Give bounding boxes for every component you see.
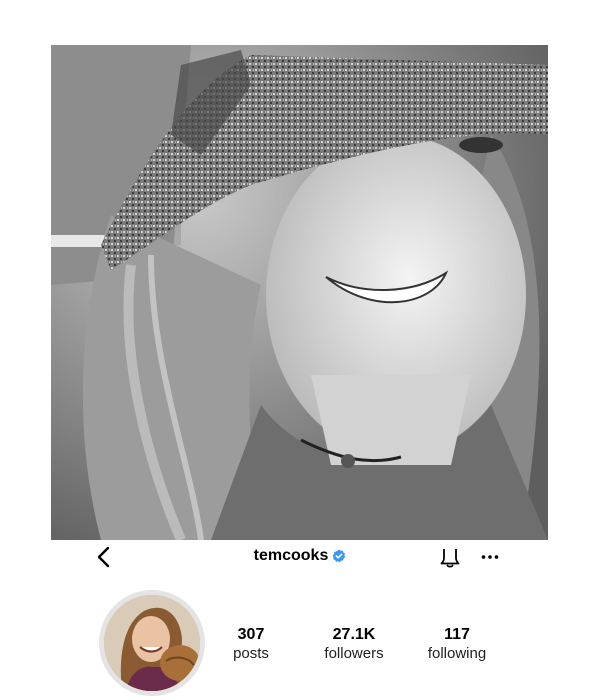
avatar-photo — [104, 595, 200, 691]
followers-number: 27.1K — [332, 626, 376, 643]
followers-count[interactable]: 27.1K followers — [304, 626, 404, 663]
bell-icon[interactable] — [438, 545, 462, 569]
followers-label: followers — [324, 645, 384, 662]
avatar-image — [104, 595, 200, 691]
verified-badge-icon — [332, 549, 346, 563]
posts-count[interactable]: 307 posts — [201, 626, 301, 663]
username-text: temcooks — [253, 547, 329, 564]
profile-avatar[interactable] — [99, 590, 205, 696]
following-count[interactable]: 117 following — [407, 626, 507, 663]
username-title: temcooks — [0, 547, 600, 565]
posts-label: posts — [233, 645, 269, 662]
profile-header: temcooks — [0, 540, 600, 574]
profile-cover-photo[interactable] — [51, 45, 548, 540]
cover-photo-image — [51, 45, 548, 540]
profile-summary: 307 posts 27.1K followers 117 following — [0, 586, 600, 700]
following-label: following — [427, 645, 487, 662]
following-number: 117 — [444, 626, 470, 643]
more-horizontal-icon[interactable] — [480, 550, 500, 564]
posts-number: 307 — [237, 626, 265, 643]
